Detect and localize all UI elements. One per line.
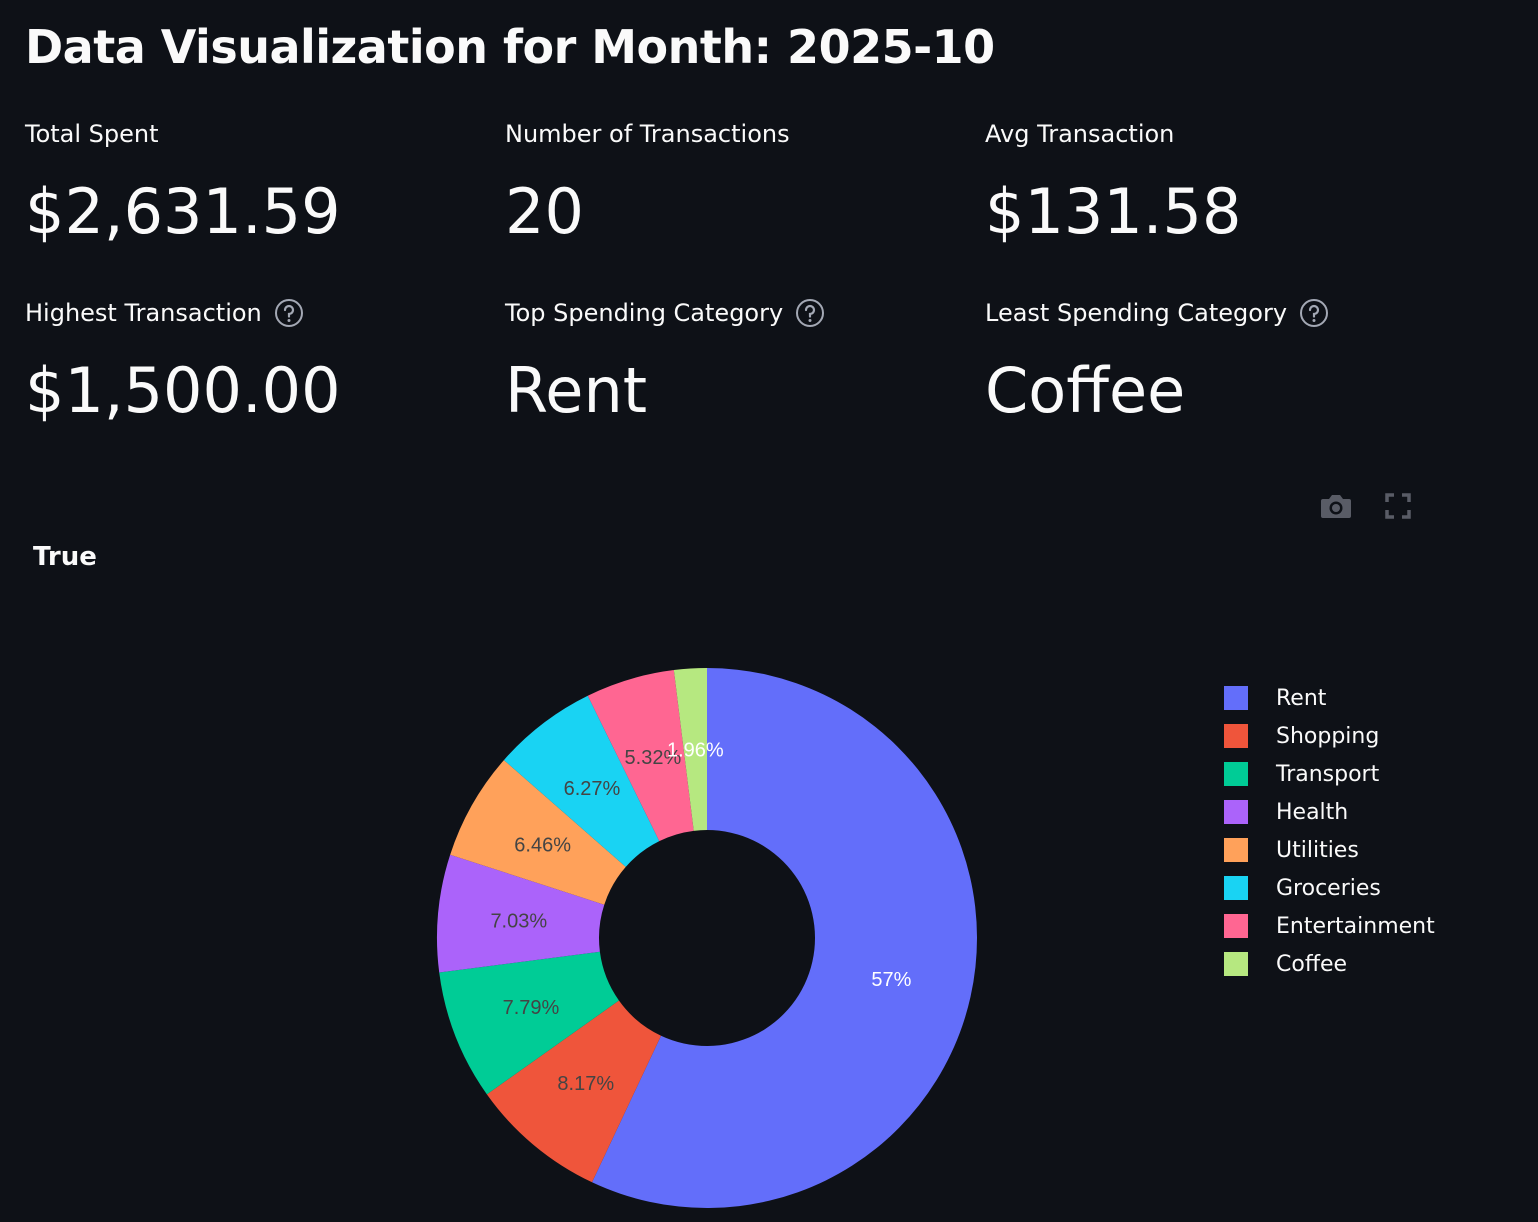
donut-chart: 57%8.17%7.79%7.03%6.46%6.27%5.32%1.96%	[437, 668, 978, 1208]
legend-item-utilities[interactable]: Utilities	[1224, 831, 1435, 869]
legend-label: Rent	[1276, 685, 1327, 711]
slice-label: 7.03%	[490, 911, 547, 933]
legend-label: Utilities	[1276, 837, 1359, 863]
legend-swatch	[1224, 952, 1248, 976]
legend-swatch	[1224, 876, 1248, 900]
legend-item-shopping[interactable]: Shopping	[1224, 717, 1435, 755]
slice-label: 7.79%	[503, 997, 560, 1019]
chart-legend: Rent Shopping Transport Health Utilities Groc…	[1224, 679, 1435, 983]
legend-item-groceries[interactable]: Groceries	[1224, 869, 1435, 907]
legend-item-transport[interactable]: Transport	[1224, 755, 1435, 793]
legend-swatch	[1224, 800, 1248, 824]
legend-label: Entertainment	[1276, 913, 1435, 939]
slice-label: 57%	[871, 969, 911, 991]
legend-item-entertainment[interactable]: Entertainment	[1224, 907, 1435, 945]
slice-label: 1.96%	[667, 739, 724, 761]
legend-label: Transport	[1276, 761, 1380, 787]
legend-swatch	[1224, 838, 1248, 862]
legend-swatch	[1224, 762, 1248, 786]
legend-swatch	[1224, 724, 1248, 748]
app-root: Data Visualization for Month: 2025-10 To…	[0, 0, 1538, 1222]
legend-item-health[interactable]: Health	[1224, 793, 1435, 831]
legend-label: Groceries	[1276, 875, 1381, 901]
chart-toolbar	[1318, 488, 1416, 524]
legend-swatch	[1224, 914, 1248, 938]
legend-label: Shopping	[1276, 723, 1380, 749]
slice-label: 6.46%	[514, 835, 571, 857]
fullscreen-icon[interactable]	[1380, 488, 1416, 524]
legend-label: Coffee	[1276, 951, 1348, 977]
slice-label: 8.17%	[557, 1073, 614, 1095]
legend-swatch	[1224, 686, 1248, 710]
chart-title: True	[33, 542, 97, 572]
legend-label: Health	[1276, 799, 1349, 825]
legend-item-rent[interactable]: Rent	[1224, 679, 1435, 717]
slice-label: 6.27%	[564, 778, 621, 800]
camera-icon[interactable]	[1318, 488, 1354, 524]
legend-item-coffee[interactable]: Coffee	[1224, 945, 1435, 983]
